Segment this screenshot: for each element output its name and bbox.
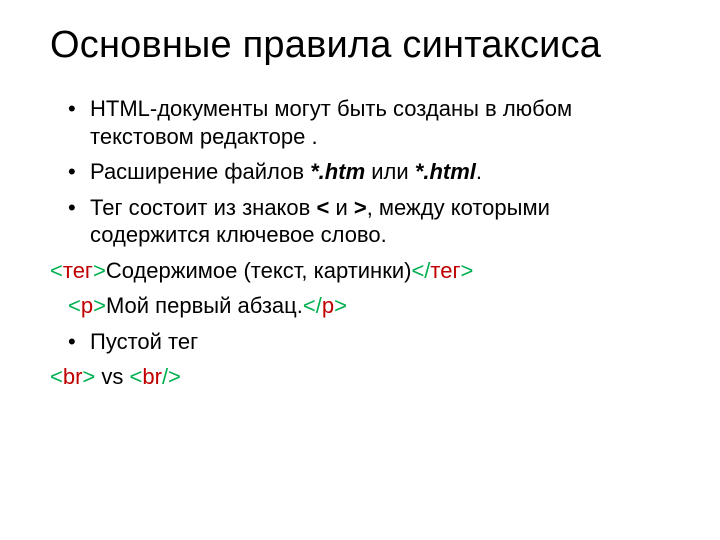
slide-body: HTML-документы могут быть созданы в любо… (50, 95, 670, 391)
slide-title: Основные правила синтаксиса (50, 24, 670, 67)
bullet-text: и (329, 195, 354, 220)
tag-name: br (63, 364, 83, 389)
bold-text: < (316, 195, 329, 220)
bullet-list-2: Пустой тег (50, 328, 670, 356)
angle-bracket: </ (303, 293, 322, 318)
angle-bracket: < (50, 364, 63, 389)
tag-content: Мой первый абзац. (106, 293, 303, 318)
tag-name: тег (63, 258, 93, 283)
angle-bracket: > (334, 293, 347, 318)
angle-bracket: > (93, 258, 106, 283)
bullet-text: Тег состоит из знаков (90, 195, 316, 220)
bullet-item: Расширение файлов *.htm или *.html. (68, 158, 670, 186)
bold-text: > (354, 195, 367, 220)
angle-bracket: > (461, 258, 474, 283)
bullet-item: Пустой тег (68, 328, 670, 356)
angle-bracket: /> (162, 364, 181, 389)
angle-bracket: < (68, 293, 81, 318)
bullet-text: HTML-документы могут быть созданы в любо… (90, 96, 572, 149)
angle-bracket: < (50, 258, 63, 283)
code-example-br: <br> vs <br/> (50, 363, 670, 391)
bullet-text: или (365, 159, 415, 184)
bullet-text: Пустой тег (90, 329, 198, 354)
bullet-list-1: HTML-документы могут быть созданы в любо… (50, 95, 670, 249)
angle-bracket: > (93, 293, 106, 318)
angle-bracket: > (82, 364, 95, 389)
tag-content: Содержимое (текст, картинки) (106, 258, 412, 283)
tag-name: br (142, 364, 162, 389)
tag-name: p (81, 293, 93, 318)
bullet-text: . (476, 159, 482, 184)
angle-bracket: </ (411, 258, 430, 283)
vs-text: vs (95, 364, 129, 389)
tag-name: p (322, 293, 334, 318)
angle-bracket: < (130, 364, 143, 389)
code-example-tag: <тег>Содержимое (текст, картинки)</тег> (50, 257, 670, 285)
code-example-p: <p>Мой первый абзац.</p> (50, 292, 670, 320)
tag-name: тег (430, 258, 460, 283)
bullet-item: Тег состоит из знаков < и >, между котор… (68, 194, 670, 249)
bold-text: *.html (415, 159, 476, 184)
bullet-item: HTML-документы могут быть созданы в любо… (68, 95, 670, 150)
bullet-text: Расширение файлов (90, 159, 310, 184)
bold-text: *.htm (310, 159, 365, 184)
